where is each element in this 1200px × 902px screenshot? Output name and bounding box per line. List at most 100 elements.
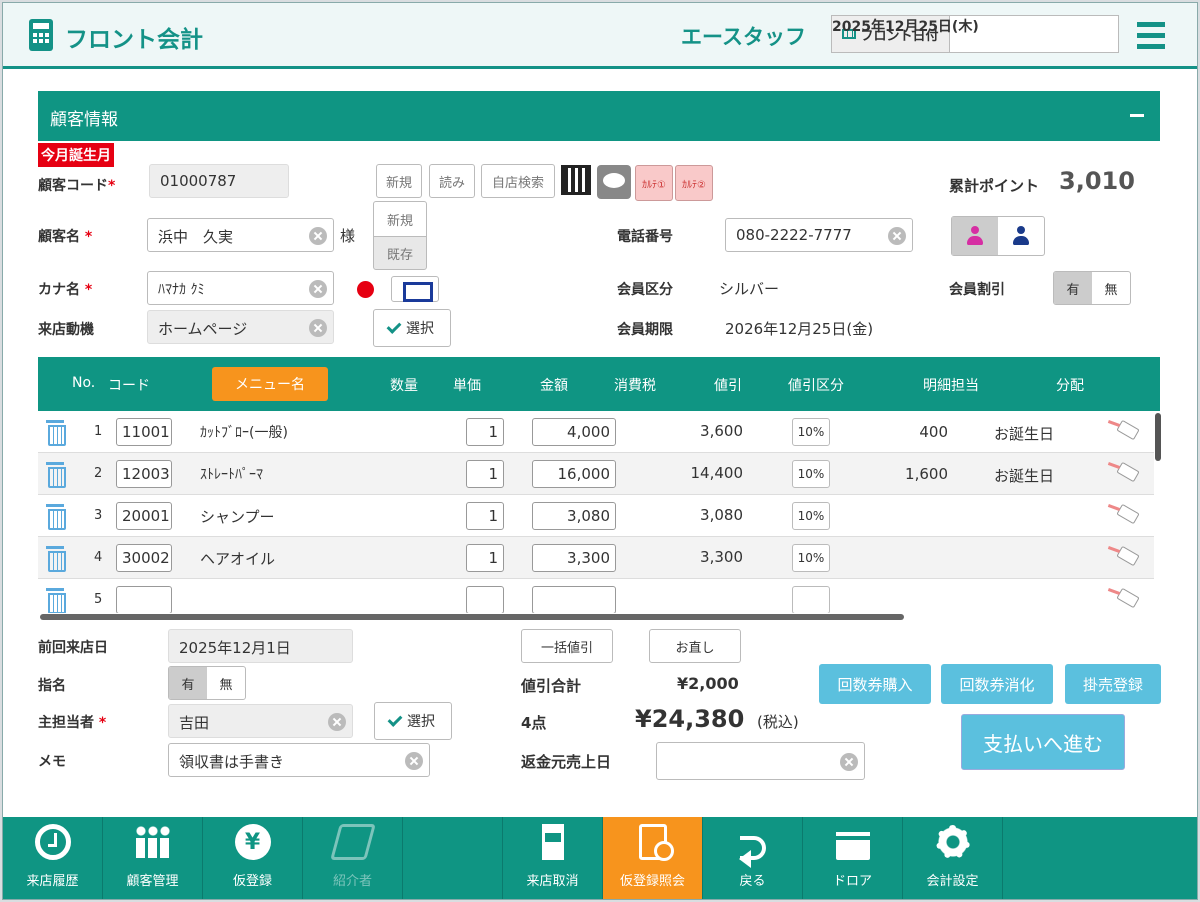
trash-icon[interactable] xyxy=(46,462,66,488)
new-button[interactable]: 新規 xyxy=(376,164,422,198)
row-amount-input[interactable]: 3,300 xyxy=(532,544,616,572)
male-option[interactable] xyxy=(998,217,1044,255)
temp-register-inquiry-button[interactable]: 仮登録照会 xyxy=(603,817,703,899)
row-qty-input[interactable]: 1 xyxy=(466,502,504,530)
row-code-input[interactable]: 11001 xyxy=(116,418,172,446)
row-amount-input[interactable]: 4,000 xyxy=(532,418,616,446)
trash-icon[interactable] xyxy=(46,504,66,530)
customer-management-button[interactable]: 顧客管理 xyxy=(103,817,203,899)
hamburger-menu-icon[interactable] xyxy=(1137,22,1165,50)
read-button[interactable]: 読み xyxy=(429,164,475,198)
nominated-yes[interactable]: 有 xyxy=(169,667,207,699)
gender-toggle[interactable] xyxy=(951,216,1045,256)
kana-input[interactable]: ﾊﾏﾅｶ ｸﾐ xyxy=(147,271,334,305)
row-discount-type[interactable] xyxy=(792,586,830,613)
row-staff: 400 xyxy=(919,423,948,441)
trash-icon[interactable] xyxy=(46,588,66,613)
member-type-value: シルバー xyxy=(719,280,780,298)
collapse-icon[interactable] xyxy=(1130,114,1144,117)
main-staff-select-button[interactable]: 選択 xyxy=(374,702,452,740)
visit-reason-field[interactable]: ホームページ xyxy=(147,310,334,344)
price-tag-icon[interactable] xyxy=(1108,422,1138,440)
member-discount-toggle[interactable]: 有 無 xyxy=(1053,271,1131,305)
memo-input[interactable]: 領収書は手書き xyxy=(168,743,430,777)
discount-no[interactable]: 無 xyxy=(1092,272,1130,304)
customer-panel-header[interactable]: 顧客情報 xyxy=(38,91,1160,141)
ticket-use-button[interactable]: 回数券消化 xyxy=(941,664,1053,704)
price-tag-icon[interactable] xyxy=(1108,506,1138,524)
menu-name-sort-button[interactable]: メニュー名 xyxy=(212,367,328,401)
card-icon[interactable] xyxy=(391,276,439,302)
accounting-settings-button[interactable]: 会計設定 xyxy=(903,817,1003,899)
row-code-input[interactable]: 30002 xyxy=(116,544,172,572)
clear-icon[interactable] xyxy=(328,713,346,731)
credit-sale-button[interactable]: 掛売登録 xyxy=(1065,664,1161,704)
ticket-purchase-button[interactable]: 回数券購入 xyxy=(819,664,931,704)
back-button[interactable]: 戻る xyxy=(703,817,803,899)
visit-history-button[interactable]: 来店履歴 xyxy=(3,817,103,899)
drawer-button[interactable]: ドロア xyxy=(803,817,903,899)
row-discount-type[interactable]: 10% xyxy=(792,460,830,488)
chat-icon[interactable] xyxy=(597,165,631,199)
row-amount-input[interactable]: 16,000 xyxy=(532,460,616,488)
customer-name-input[interactable]: 浜中 久実 xyxy=(147,218,334,252)
refund-date-input[interactable] xyxy=(656,742,865,780)
main-staff-field[interactable]: 吉田 xyxy=(168,704,353,738)
app-title: フロント会計 xyxy=(65,27,203,53)
clear-icon[interactable] xyxy=(309,280,327,298)
trash-icon[interactable] xyxy=(46,420,66,446)
row-amount-input[interactable] xyxy=(532,586,616,613)
clear-icon[interactable] xyxy=(405,752,423,770)
row-qty-input[interactable]: 1 xyxy=(466,544,504,572)
horizontal-scrollbar[interactable] xyxy=(40,614,904,620)
trash-icon[interactable] xyxy=(46,546,66,572)
cancel-visit-button[interactable]: 来店取消 xyxy=(503,817,603,899)
row-discount-type[interactable]: 10% xyxy=(792,544,830,572)
karte1-button[interactable]: ｶﾙﾃ① xyxy=(635,165,673,201)
temp-register-button[interactable]: ¥ 仮登録 xyxy=(203,817,303,899)
clear-icon[interactable] xyxy=(840,753,858,771)
female-icon xyxy=(967,226,983,246)
qr-code-icon[interactable] xyxy=(561,165,591,195)
clear-icon[interactable] xyxy=(309,227,327,245)
table-row[interactable]: 1 11001 ｶｯﾄﾌﾞﾛｰ(一般) 1 4,000 3,600 10% 40… xyxy=(38,411,1154,453)
row-code-input[interactable]: 12003 xyxy=(116,460,172,488)
row-amount-input[interactable]: 3,080 xyxy=(532,502,616,530)
nominated-toggle[interactable]: 有 無 xyxy=(168,666,246,700)
clear-icon[interactable] xyxy=(309,319,327,337)
bulk-discount-button[interactable]: 一括値引 xyxy=(521,629,613,663)
nominated-no[interactable]: 無 xyxy=(207,667,245,699)
kana-label-text: カナ名 xyxy=(38,282,80,298)
phone-input[interactable]: 080-2222-7777 xyxy=(725,218,913,252)
store-search-button[interactable]: 自店検索 xyxy=(481,164,555,198)
karte2-button[interactable]: ｶﾙﾃ② xyxy=(675,165,713,201)
row-qty-input[interactable]: 1 xyxy=(466,460,504,488)
table-row[interactable]: 2 12003 ｽﾄﾚｰﾄﾊﾟｰﾏ 1 16,000 14,400 10% 1,… xyxy=(38,453,1154,495)
vertical-scrollbar[interactable] xyxy=(1155,413,1161,461)
clear-icon[interactable] xyxy=(888,227,906,245)
row-qty-input[interactable]: 1 xyxy=(466,418,504,446)
female-option[interactable] xyxy=(952,217,998,255)
price-tag-icon[interactable] xyxy=(1108,548,1138,566)
row-qty-input[interactable] xyxy=(466,586,504,613)
price-tag-icon[interactable] xyxy=(1108,590,1138,608)
row-discount-type[interactable]: 10% xyxy=(792,418,830,446)
price-tag-icon[interactable] xyxy=(1108,464,1138,482)
row-code-input[interactable] xyxy=(116,586,172,613)
table-body[interactable]: 1 11001 ｶｯﾄﾌﾞﾛｰ(一般) 1 4,000 3,600 10% 40… xyxy=(38,411,1154,613)
front-date-box[interactable]: フロント日付 2025年12月25日(木) xyxy=(831,15,1119,53)
customer-code-field[interactable]: 01000787 xyxy=(149,164,289,198)
popup-existing-option[interactable]: 既存 xyxy=(373,236,427,270)
popup-new-option[interactable]: 新規 xyxy=(373,201,427,237)
referrer-button[interactable]: 紹介者 xyxy=(303,817,403,899)
table-row[interactable]: 3 20001 シャンプー 1 3,080 3,080 10% xyxy=(38,495,1154,537)
table-row[interactable]: 4 30002 ヘアオイル 1 3,300 3,300 10% xyxy=(38,537,1154,579)
redo-button[interactable]: お直し xyxy=(649,629,741,663)
visit-reason-label: 来店動機 xyxy=(38,322,94,338)
visit-reason-select-button[interactable]: 選択 xyxy=(373,309,451,347)
row-code-input[interactable]: 20001 xyxy=(116,502,172,530)
proceed-to-payment-button[interactable]: 支払いへ進む xyxy=(961,714,1125,770)
discount-yes[interactable]: 有 xyxy=(1054,272,1092,304)
row-discount-type[interactable]: 10% xyxy=(792,502,830,530)
table-row[interactable]: 5 xyxy=(38,579,1154,613)
